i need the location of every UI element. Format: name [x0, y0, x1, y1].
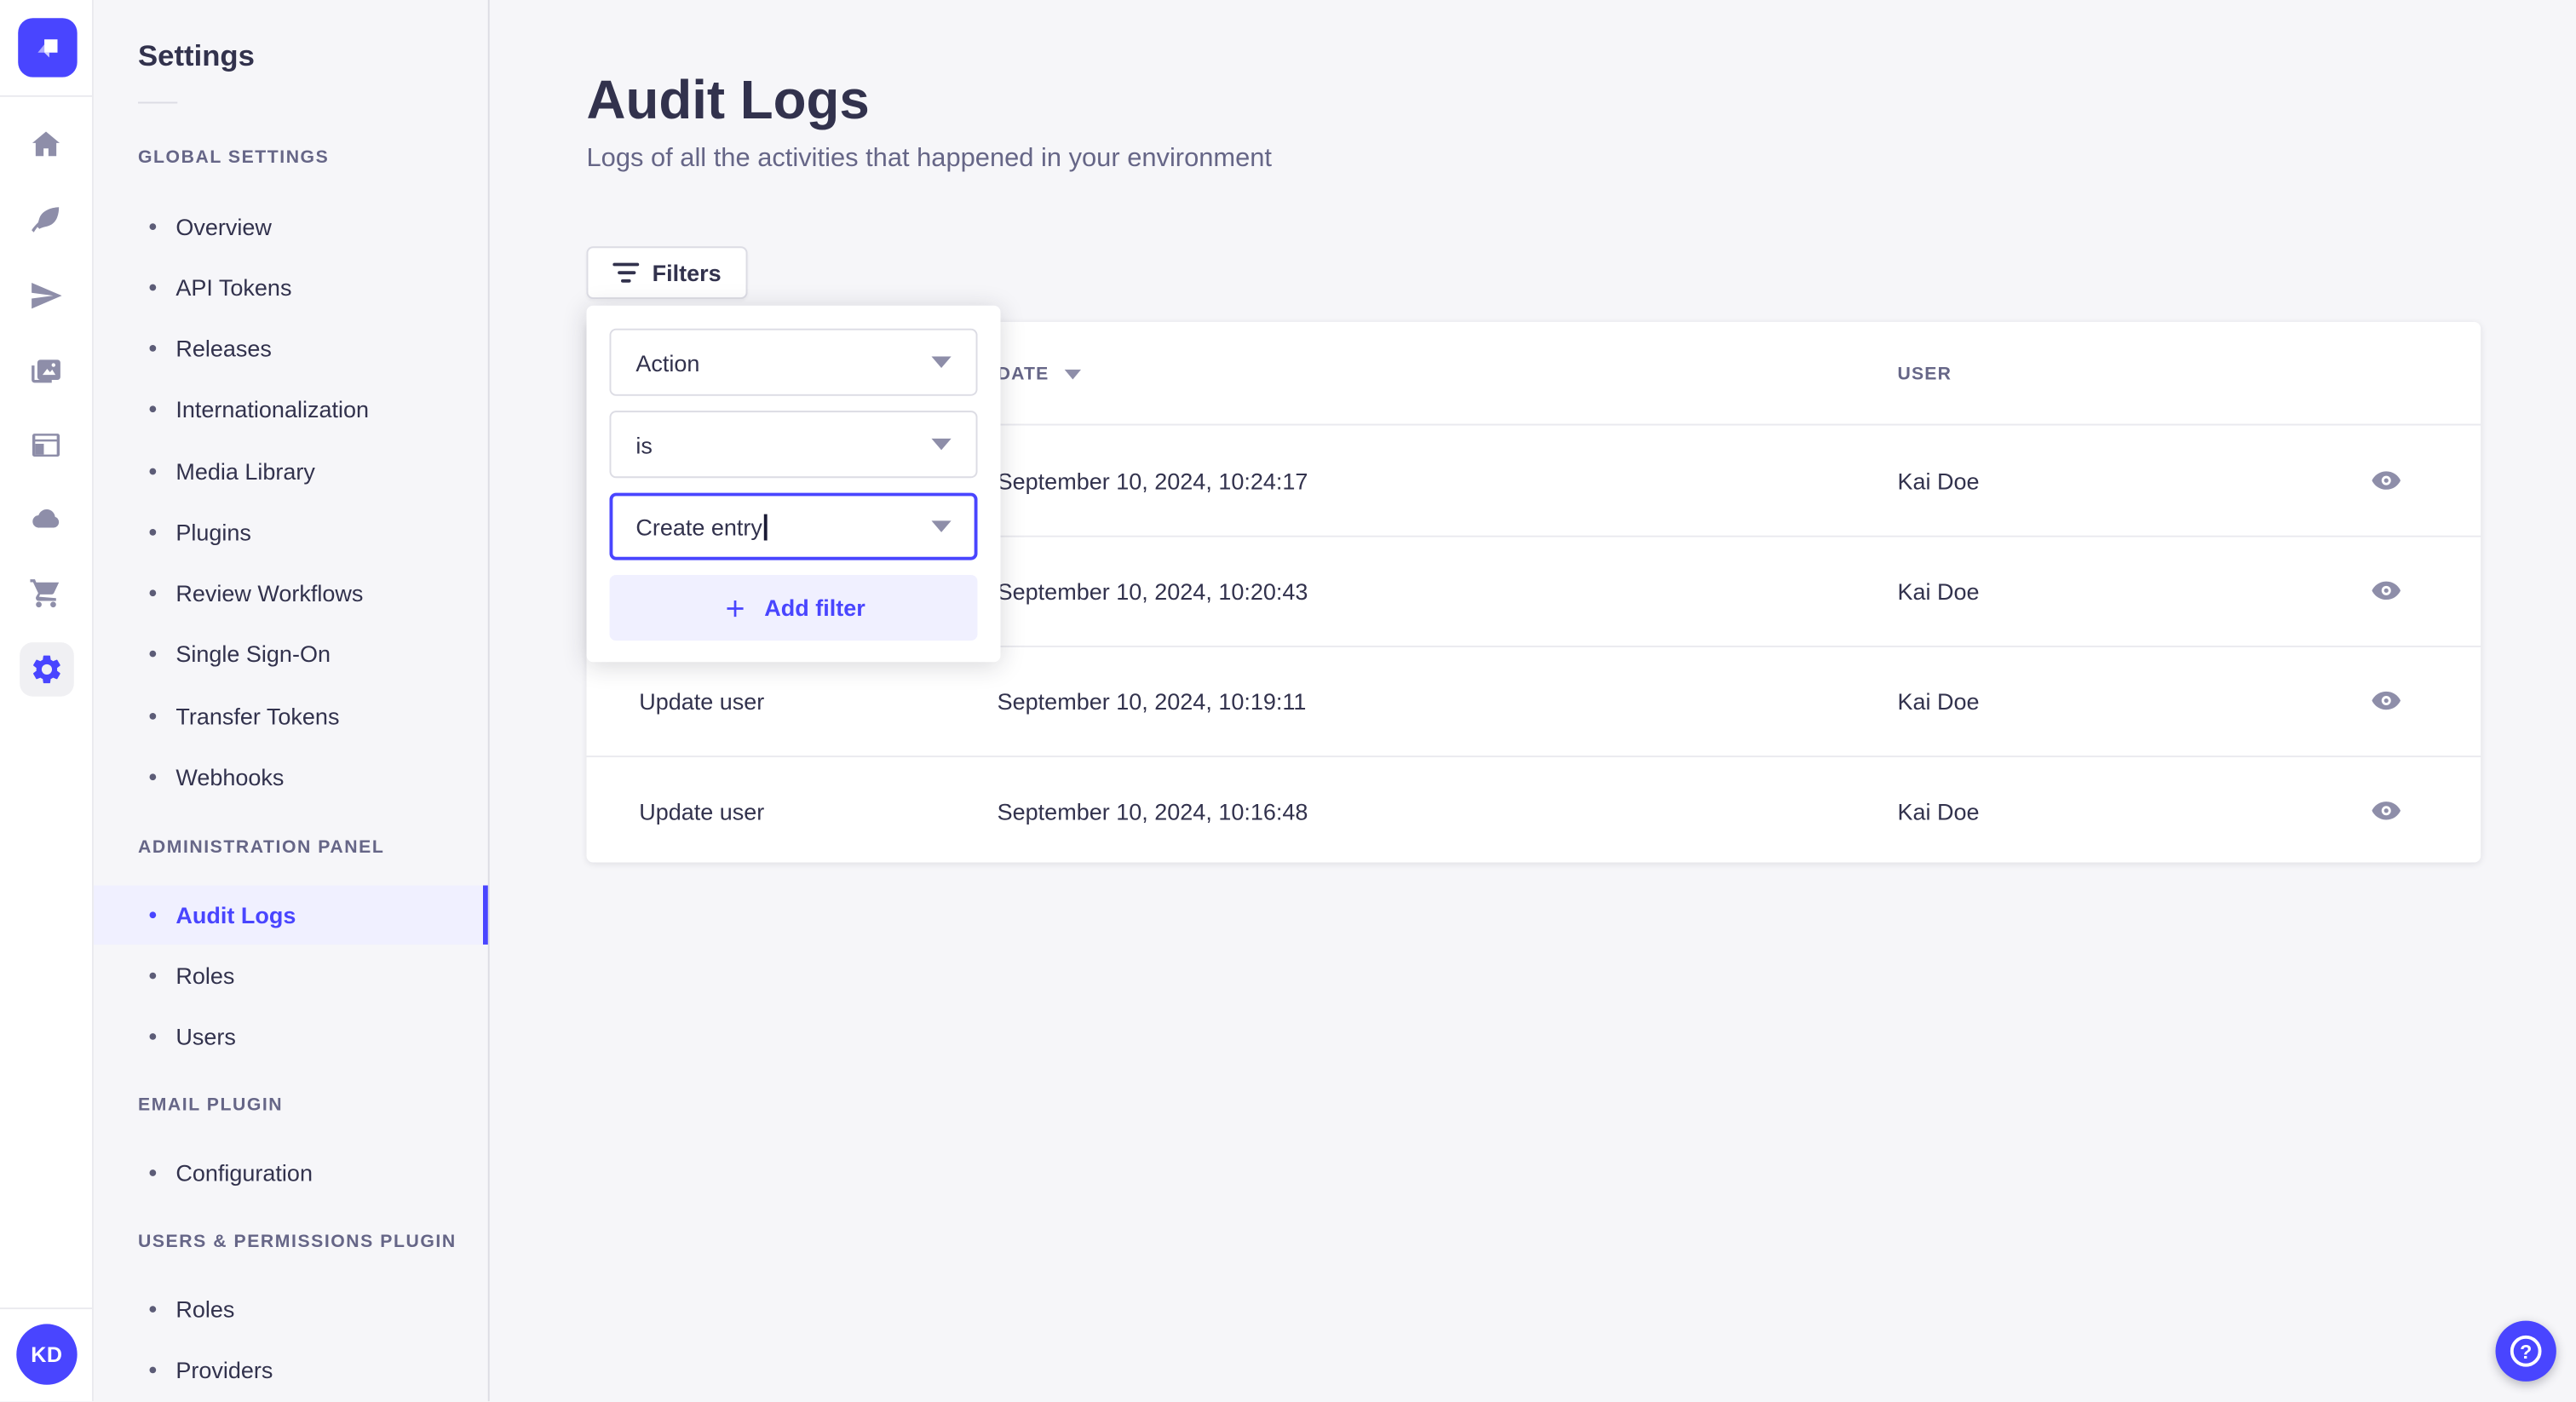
sidebar-item-transfer-tokens[interactable]: Transfer Tokens: [94, 687, 488, 745]
bullet: [149, 405, 157, 413]
bullet: [149, 345, 157, 352]
rail-divider: [0, 95, 92, 97]
bullet: [149, 284, 157, 291]
app-window: KD Settings GLOBAL SETTINGS Overview API…: [0, 0, 2576, 1402]
sidebar-title-divider: [138, 101, 178, 104]
bullet: [149, 1169, 157, 1176]
section-administration-panel: ADMINISTRATION PANEL: [138, 837, 385, 858]
cell-date: September 10, 2024, 10:16:48: [997, 797, 1308, 825]
sidebar-item-configuration[interactable]: Configuration: [94, 1143, 488, 1202]
eye-icon: [2371, 581, 2401, 600]
sidebar-item-admin-users[interactable]: Users: [94, 1007, 488, 1066]
cloud-icon[interactable]: [29, 502, 64, 537]
cell-user: Kai Doe: [1897, 467, 1980, 494]
table-row[interactable]: Update user September 10, 2024, 10:19:11…: [587, 646, 2481, 756]
chevron-down-icon: [931, 520, 952, 532]
cell-user: Kai Doe: [1897, 577, 1980, 604]
bullet: [149, 972, 157, 980]
cell-user: Kai Doe: [1897, 687, 1980, 714]
sidebar-item-review-workflows[interactable]: Review Workflows: [94, 564, 488, 623]
cart-icon[interactable]: [29, 576, 64, 611]
cell-action: Update user: [639, 687, 765, 714]
section-global-settings: GLOBAL SETTINGS: [138, 147, 330, 168]
bullet: [149, 589, 157, 597]
sidebar-item-up-providers[interactable]: Providers: [94, 1341, 488, 1399]
eye-icon: [2371, 691, 2401, 710]
chevron-down-icon: [931, 356, 952, 368]
page-subtitle: Logs of all the activities that happened…: [586, 144, 1273, 173]
text-cursor: [763, 513, 767, 540]
sidebar-item-plugins[interactable]: Plugins: [94, 503, 488, 561]
filter-field-select[interactable]: Action: [609, 328, 978, 396]
view-details-button[interactable]: [2359, 564, 2412, 617]
section-email-plugin: EMAIL PLUGIN: [138, 1095, 284, 1116]
column-header-date[interactable]: DATE: [998, 322, 1081, 426]
table-row[interactable]: Update user September 10, 2024, 10:16:48…: [587, 756, 2481, 865]
bullet: [149, 529, 157, 536]
sidebar-item-releases[interactable]: Releases: [94, 319, 488, 377]
bullet: [149, 1306, 157, 1313]
sidebar-title: Settings: [138, 39, 255, 72]
bullet: [149, 223, 157, 230]
paper-plane-icon[interactable]: [29, 279, 64, 313]
strapi-logo[interactable]: [18, 18, 78, 78]
filters-button[interactable]: Filters: [586, 246, 748, 299]
bullet: [149, 468, 157, 475]
chevron-down-icon: [931, 438, 952, 451]
sidebar-item-webhooks[interactable]: Webhooks: [94, 748, 488, 807]
eye-icon: [2371, 802, 2401, 820]
sidebar-item-overview[interactable]: Overview: [94, 197, 488, 256]
filter-icon: [612, 262, 640, 283]
main-content: Audit Logs Logs of all the activities th…: [490, 0, 2576, 1401]
view-details-button[interactable]: [2359, 454, 2412, 507]
pictures-icon[interactable]: [29, 354, 64, 389]
sidebar-item-internationalization[interactable]: Internationalization: [94, 380, 488, 439]
view-details-button[interactable]: [2359, 675, 2412, 727]
plus-icon: [727, 600, 745, 617]
section-users-permissions-plugin: USERS & PERMISSIONS PLUGIN: [138, 1232, 457, 1252]
cell-date: September 10, 2024, 10:24:17: [997, 467, 1308, 494]
bullet: [149, 911, 157, 919]
active-indicator: [483, 885, 488, 945]
avatar[interactable]: KD: [16, 1324, 78, 1385]
add-filter-button[interactable]: Add filter: [609, 575, 978, 641]
sidebar-item-media-library[interactable]: Media Library: [94, 442, 488, 501]
sidebar-item-admin-roles[interactable]: Roles: [94, 946, 488, 1005]
page-title: Audit Logs: [586, 69, 870, 130]
sort-desc-icon: [1063, 368, 1081, 379]
icon-rail: KD: [0, 0, 94, 1402]
sidebar-item-single-sign-on[interactable]: Single Sign-On: [94, 624, 488, 683]
layout-icon[interactable]: [29, 428, 64, 463]
bullet: [149, 650, 157, 658]
sidebar-item-audit-logs[interactable]: Audit Logs: [93, 885, 488, 945]
cell-action: Update user: [639, 797, 765, 825]
cell-date: September 10, 2024, 10:19:11: [997, 687, 1307, 714]
gear-icon[interactable]: [20, 642, 74, 697]
bullet: [149, 1366, 157, 1374]
cell-date: September 10, 2024, 10:20:43: [997, 577, 1308, 604]
eye-icon: [2371, 471, 2401, 490]
cell-user: Kai Doe: [1897, 797, 1980, 825]
filter-operator-select[interactable]: is: [609, 411, 978, 479]
home-icon[interactable]: [29, 127, 64, 162]
filter-value-select[interactable]: Create entry: [609, 492, 978, 560]
help-button[interactable]: ?: [2495, 1320, 2556, 1382]
bullet: [149, 713, 157, 720]
filters-popover: Action is Create entry Add filter: [586, 305, 1001, 663]
bullet: [149, 1033, 157, 1040]
bullet: [149, 773, 157, 781]
feather-icon[interactable]: [29, 203, 64, 238]
question-mark-icon: ?: [2510, 1335, 2542, 1367]
rail-bottom-divider: [0, 1307, 92, 1310]
strapi-logo-icon: [37, 39, 58, 58]
settings-sidebar: Settings GLOBAL SETTINGS Overview API To…: [93, 0, 490, 1402]
sidebar-item-up-roles[interactable]: Roles: [94, 1279, 488, 1338]
sidebar-item-api-tokens[interactable]: API Tokens: [94, 258, 488, 317]
column-header-user[interactable]: USER: [1898, 322, 1952, 426]
view-details-button[interactable]: [2359, 784, 2412, 837]
